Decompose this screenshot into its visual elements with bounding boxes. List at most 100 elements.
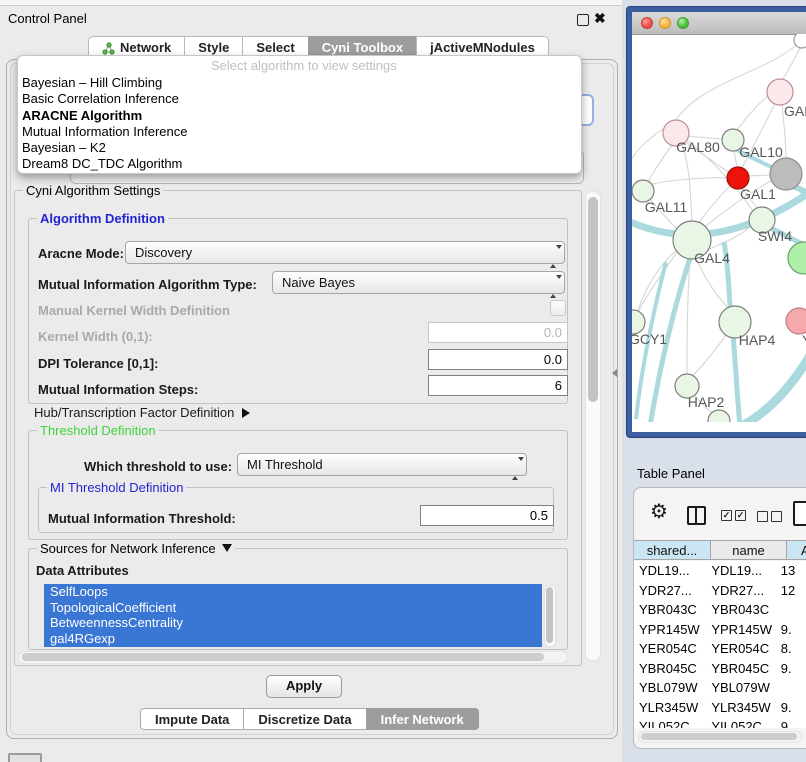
settings-scrollbar-thumb[interactable] (588, 197, 598, 402)
settings-hscrollbar-thumb[interactable] (22, 653, 544, 661)
mi-threshold-label: Mutual Information Threshold: (48, 511, 236, 526)
apply-button[interactable]: Apply (266, 675, 342, 698)
attributes-scrollbar-thumb[interactable] (546, 587, 553, 643)
control-panel-title: Control Panel (8, 11, 87, 26)
attributes-scrollbar[interactable] (544, 585, 556, 647)
cell-name: YDR27... (706, 581, 777, 601)
table-row[interactable]: YBR045C YBR045C 9. (634, 659, 806, 679)
table-hscrollbar[interactable] (638, 731, 802, 743)
dpi-tolerance-label: DPI Tolerance [0,1]: (38, 356, 158, 371)
cell-shared-name: YBR045C (634, 659, 706, 679)
which-threshold-label: Which threshold to use: (84, 459, 232, 474)
cell-shared-name: YBL079W (634, 678, 706, 698)
network-view-window[interactable]: GALGAL80GAL10GAL1GAL11SWI4GAL4GCY1HAP4YH… (627, 7, 806, 437)
minimize-traffic-light[interactable] (659, 17, 671, 29)
unchecked-checkbox-icon[interactable] (771, 511, 782, 522)
cell-shared-name: YPR145W (634, 620, 706, 640)
settings-hscrollbar[interactable] (18, 651, 568, 664)
tab-discretize-data[interactable]: Discretize Data (243, 708, 366, 730)
float-window-icon[interactable] (577, 14, 589, 26)
network-node-label: GAL4 (694, 250, 730, 266)
minimized-panel-chip[interactable] (8, 753, 42, 762)
network-node-label: GCY1 (632, 331, 667, 347)
new-table-icon[interactable] (793, 501, 806, 526)
algorithm-dropdown-item[interactable]: Bayesian – Hill Climbing (20, 75, 579, 91)
network-node[interactable] (788, 242, 806, 274)
which-threshold-combo[interactable]: MI Threshold (237, 453, 527, 476)
data-attribute-item[interactable]: SelfLoops (44, 584, 542, 600)
sources-legend: Sources for Network Inference (37, 541, 235, 556)
mi-type-value: Naive Bayes (282, 275, 355, 290)
close-icon[interactable]: ✖ (594, 10, 606, 27)
aracne-mode-combo[interactable]: Discovery (125, 241, 565, 264)
cell-shared-name: YBR043C (634, 600, 706, 620)
table-row[interactable]: YBR043C YBR043C (634, 600, 806, 620)
column-header-shared-name[interactable]: shared... (634, 540, 711, 560)
network-node[interactable] (786, 308, 806, 334)
checked-checkbox-icon[interactable]: ✓ (735, 510, 746, 521)
algorithm-dropdown-item[interactable]: ARACNE Algorithm (20, 108, 579, 124)
sources-legend-text: Sources for Network Inference (40, 541, 216, 556)
network-node-label: GAL80 (676, 139, 720, 155)
cell-value: 9. (778, 659, 806, 679)
algorithm-dropdown-item[interactable]: Basic Correlation Inference (20, 91, 579, 107)
data-attribute-item[interactable]: BetweennessCentrality (44, 615, 542, 631)
table-row[interactable]: YIL052C YIL052C 9. (634, 717, 806, 728)
network-node[interactable] (767, 79, 793, 105)
gear-icon[interactable]: ⚙ (650, 502, 668, 522)
table-row[interactable]: YBL079W YBL079W (634, 678, 806, 698)
tab-infer-network[interactable]: Infer Network (366, 708, 479, 730)
table-row[interactable]: YDL19... YDL19... 13 (634, 561, 806, 581)
table-row[interactable]: YDR27... YDR27... 12 (634, 581, 806, 601)
mi-type-combo[interactable]: Naive Bayes (272, 271, 565, 294)
cell-value: 13 (778, 561, 806, 581)
checked-checkbox-icon[interactable]: ✓ (721, 510, 732, 521)
kernel-width-label: Kernel Width (0,1): (38, 329, 153, 344)
hub-definition-label: Hub/Transcription Factor Definition (34, 405, 234, 420)
table-row[interactable]: YLR345W YLR345W 9. (634, 698, 806, 718)
network-node[interactable] (794, 34, 806, 48)
sash-collapse-arrow[interactable] (612, 369, 617, 377)
manual-kernel-checkbox[interactable] (550, 300, 566, 316)
data-attribute-item[interactable]: TopologicalCoefficient (44, 600, 542, 616)
mi-type-label: Mutual Information Algorithm Type: (38, 277, 257, 292)
threshold-definition-legend: Threshold Definition (37, 423, 159, 438)
algorithm-dropdown-item[interactable]: Dream8 DC_TDC Algorithm (20, 156, 579, 172)
network-node-label: GAL11 (645, 199, 688, 215)
bottom-tabbar: Impute Data Discretize Data Infer Networ… (140, 708, 479, 730)
table-row[interactable]: YPR145W YPR145W 9. (634, 620, 806, 640)
table-hscrollbar-thumb[interactable] (641, 733, 797, 740)
settings-scrollbar[interactable] (585, 191, 601, 661)
cell-shared-name: YIL052C (634, 717, 706, 728)
mi-threshold-input[interactable] (420, 505, 554, 526)
mi-steps-input[interactable] (428, 375, 568, 396)
data-attributes-label: Data Attributes (36, 563, 129, 578)
algorithm-dropdown-item[interactable]: Bayesian – K2 (20, 140, 579, 156)
which-threshold-value: MI Threshold (247, 457, 323, 472)
cell-value: 9. (778, 698, 806, 718)
close-traffic-light[interactable] (641, 17, 653, 29)
table-row[interactable]: YER054C YER054C 8. (634, 639, 806, 659)
column-view-icon[interactable] (687, 506, 706, 525)
network-canvas[interactable]: GALGAL80GAL10GAL1GAL11SWI4GAL4GCY1HAP4YH… (632, 34, 806, 422)
algorithm-dropdown-item[interactable]: Mutual Information Inference (20, 124, 579, 140)
cell-value (778, 678, 806, 698)
algorithm-dropdown-items: Bayesian – Hill Climbing Basic Correlati… (20, 75, 579, 173)
collapse-down-icon[interactable] (222, 544, 232, 552)
hub-definition-toggle[interactable]: Hub/Transcription Factor Definition (34, 405, 250, 420)
unchecked-checkbox-icon[interactable] (757, 511, 768, 522)
network-window-titlebar[interactable] (632, 12, 806, 35)
cell-name: YBL079W (706, 678, 777, 698)
combo-spinner-icon (512, 458, 519, 480)
dpi-tolerance-input[interactable] (428, 349, 568, 370)
data-attribute-item[interactable]: gal4RGexp (44, 631, 542, 647)
column-header-name[interactable]: name (711, 540, 787, 560)
cell-value: 9. (778, 620, 806, 640)
tab-impute-data[interactable]: Impute Data (140, 708, 244, 730)
kernel-width-input[interactable] (428, 322, 568, 343)
table-body: YDL19... YDL19... 13 YDR27... YDR27... 1… (634, 561, 806, 728)
zoom-traffic-light[interactable] (677, 17, 689, 29)
network-node-label: GAL (784, 103, 806, 119)
cell-shared-name: YDR27... (634, 581, 706, 601)
column-header-partial[interactable]: A (787, 540, 806, 560)
